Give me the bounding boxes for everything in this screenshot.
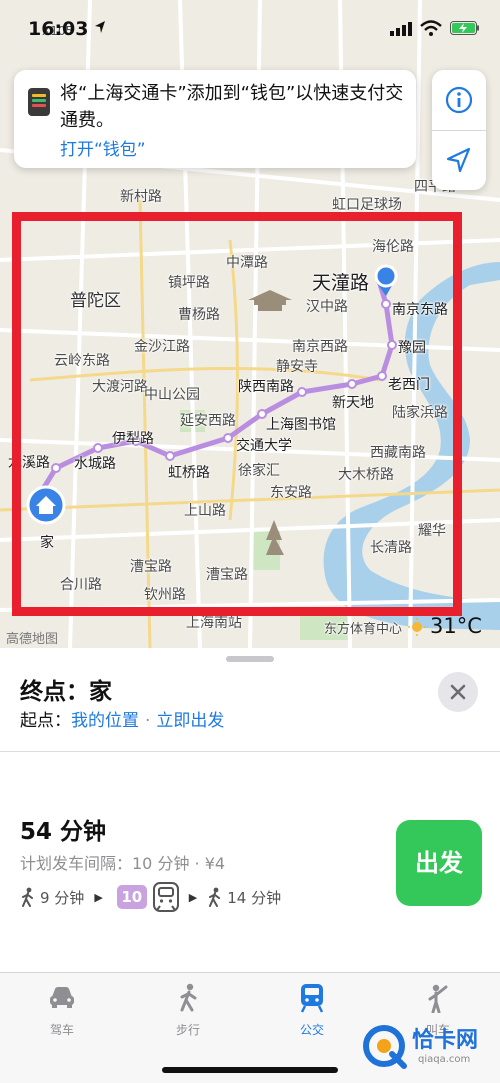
map-label: 虹口足球场: [332, 197, 402, 213]
metro-train-icon: [152, 882, 179, 912]
watermark-logo-icon: [363, 1025, 407, 1069]
sheet-grabber[interactable]: [226, 656, 274, 662]
home-indicator[interactable]: [162, 1067, 338, 1073]
map-label: 东方体育中心: [324, 622, 403, 637]
cellular-signal-icon: [390, 22, 412, 36]
watermark: 恰卡网 qiaqa.com: [360, 1014, 500, 1083]
go-button[interactable]: 出发: [396, 820, 482, 906]
weather-temperature: 31°C: [430, 614, 482, 638]
tab-label: 驾车: [49, 1023, 74, 1037]
route-frequency-fare: 计划发车间隔：10 分钟 · ¥4: [20, 854, 226, 873]
map-controls: [432, 70, 486, 190]
route-duration: 54 分钟: [20, 819, 107, 845]
route-option[interactable]: 54 分钟 计划发车间隔：10 分钟 · ¥4 9 分钟 ▶ 10 ▶ 14 分…: [0, 752, 500, 972]
map-view[interactable]: X105 新村路 虹口足球场 四平路 海伦路 普陀区 镇坪路 中潭路 天潼路 汉…: [0, 0, 500, 648]
walk-end-time: 14 分钟: [227, 888, 282, 907]
tab-walk[interactable]: 步行: [148, 981, 228, 1037]
battery-charging-icon: [450, 21, 479, 35]
status-time: 16:03: [28, 18, 89, 40]
map-attribution: 高德地图: [6, 632, 59, 647]
tab-transit[interactable]: 公交: [272, 981, 352, 1037]
annotation-highlight-box: [12, 212, 462, 616]
locate-me-button[interactable]: [432, 130, 486, 190]
car-icon: [50, 987, 74, 1008]
close-button[interactable]: [438, 672, 478, 712]
tab-drive[interactable]: 驾车: [22, 981, 102, 1037]
step-arrow-icon: ▶: [94, 890, 103, 904]
location-arrow-icon: [95, 21, 105, 33]
info-button[interactable]: [432, 70, 486, 130]
info-icon: [445, 86, 473, 114]
sheet-header: 终点：家 起点：我的位置 · 立即出发: [0, 648, 500, 752]
step-arrow-icon: ▶: [188, 890, 198, 904]
metro-line-badge: 10: [116, 885, 147, 909]
wifi-icon: [420, 20, 442, 36]
sun-icon: [408, 618, 426, 636]
origin-label: 起点：: [20, 711, 71, 731]
wallet-banner-message: 将“上海交通卡”添加到“钱包”以快速支付交通费。: [60, 83, 404, 131]
navigation-arrow-icon: [446, 147, 471, 173]
tab-label: 步行: [175, 1023, 200, 1037]
destination-title: 终点：家: [20, 679, 112, 705]
walk-icon: [209, 887, 221, 907]
wallet-icon: [28, 88, 50, 116]
route-steps: 9 分钟 ▶ 10 ▶ 14 分钟: [20, 880, 281, 914]
depart-time-link[interactable]: 立即出发: [156, 711, 224, 731]
separator-dot: ·: [145, 711, 151, 731]
rideshare-icon: [428, 984, 448, 1013]
close-icon: [450, 684, 466, 700]
tab-label: 公交: [299, 1023, 324, 1037]
walk-icon: [22, 887, 33, 907]
walk-start-time: 9 分钟: [40, 888, 85, 907]
walk-icon: [180, 983, 197, 1012]
status-bar: 16:03: [0, 0, 500, 60]
map-label: 新村路: [120, 189, 162, 205]
wallet-banner[interactable]: 将“上海交通卡”添加到“钱包”以快速支付交通费。 打开“钱包”: [14, 70, 416, 168]
watermark-subtext: qiaqa.com: [418, 1054, 471, 1065]
origin-location-link[interactable]: 我的位置: [71, 711, 139, 731]
open-wallet-link[interactable]: 打开“钱包”: [60, 135, 146, 160]
watermark-text: 恰卡网: [412, 1028, 479, 1053]
transit-icon: [300, 984, 324, 1013]
origin-row: 起点：我的位置 · 立即出发: [20, 706, 224, 731]
